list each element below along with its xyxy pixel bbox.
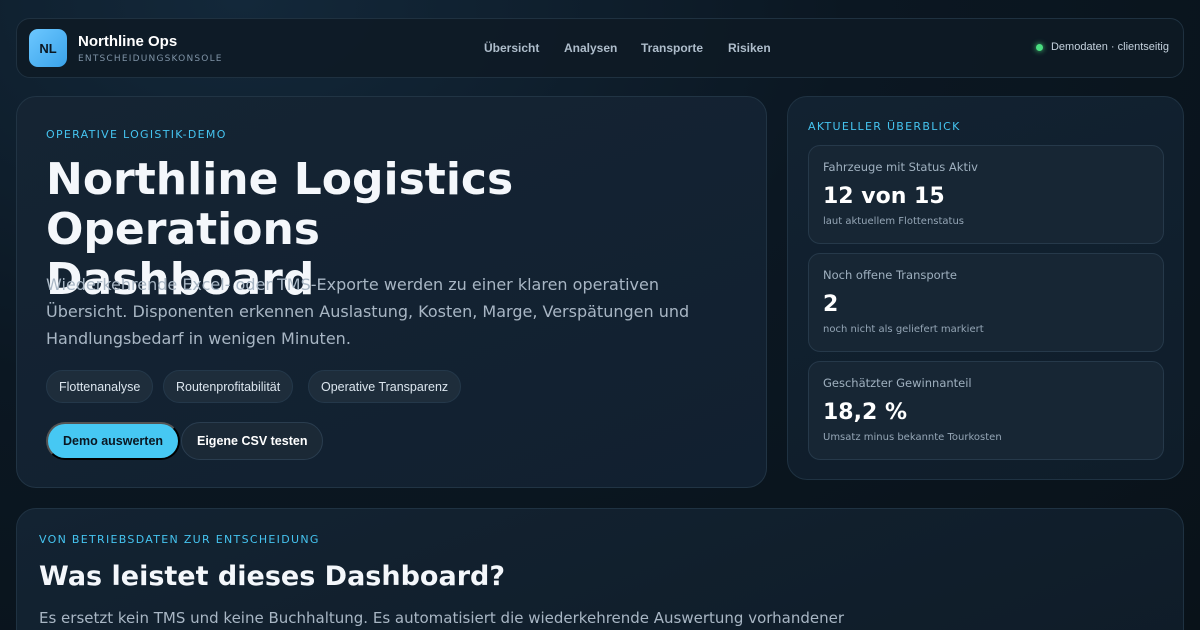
section-eyebrow: VON BETRIEBSDATEN ZUR ENTSCHEIDUNG — [39, 533, 320, 546]
stat-card-active-vehicles: Fahrzeuge mit Status Aktiv 12 von 15 lau… — [808, 145, 1164, 244]
nav-link-uebersicht[interactable]: Übersicht — [484, 41, 539, 55]
status-dot-icon — [1035, 43, 1043, 51]
tag-flottenanalyse: Flottenanalyse — [46, 370, 154, 403]
stat-value: 12 von 15 — [823, 184, 945, 209]
nav-link-transporte[interactable]: Transporte — [641, 41, 703, 55]
stat-card-profit-share: Geschätzter Gewinnanteil 18,2 % Umsatz m… — [808, 361, 1164, 460]
brand-name[interactable]: Northline Ops — [78, 33, 177, 50]
logo-icon[interactable]: NL — [29, 29, 67, 67]
brand-subtitle: ENTSCHEIDUNGSKONSOLE — [78, 54, 223, 64]
stat-value: 2 — [823, 292, 839, 317]
stat-note: laut aktuellem Flottenstatus — [823, 216, 965, 227]
tag-routenprofitabilitaet: Routenprofitabilität — [163, 370, 294, 403]
data-status: Demodaten · clientseitig — [1035, 41, 1169, 53]
stat-note: Umsatz minus bekannte Tourkosten — [823, 432, 1002, 443]
overview-eyebrow: AKTUELLER ÜBERBLICK — [808, 120, 961, 133]
stat-card-open-transports: Noch offene Transporte 2 noch nicht als … — [808, 253, 1164, 352]
title-line-1: Northline Logistics Operations — [46, 154, 514, 255]
nav-link-analysen[interactable]: Analysen — [564, 41, 617, 55]
top-nav-bar: NL Northline Ops ENTSCHEIDUNGSKONSOLE Üb… — [16, 18, 1184, 78]
tag-operative-transparenz: Operative Transparenz — [308, 370, 462, 403]
stat-label: Noch offene Transporte — [823, 268, 957, 282]
nav-link-risiken[interactable]: Risiken — [728, 41, 771, 55]
overview-card: AKTUELLER ÜBERBLICK Fahrzeuge mit Status… — [787, 96, 1184, 480]
status-text: Demodaten · clientseitig — [1050, 41, 1169, 53]
stat-note: noch nicht als geliefert markiert — [823, 324, 984, 335]
features-section: VON BETRIEBSDATEN ZUR ENTSCHEIDUNG Was l… — [16, 508, 1184, 630]
section-title: Was leistet dieses Dashboard? — [39, 561, 506, 592]
stat-label: Fahrzeuge mit Status Aktiv — [823, 160, 978, 174]
demo-evaluate-button[interactable]: Demo auswerten — [46, 422, 181, 460]
test-csv-button[interactable]: Eigene CSV testen — [181, 422, 324, 460]
section-description: Es ersetzt kein TMS und keine Buchhaltun… — [39, 609, 845, 627]
hero-eyebrow: OPERATIVE LOGISTIK-DEMO — [46, 128, 227, 141]
stat-value: 18,2 % — [823, 400, 907, 425]
hero-description: Wiederkehrende Excel- oder TMS-Exporte w… — [46, 275, 690, 348]
hero-card: OPERATIVE LOGISTIK-DEMO Northline Logist… — [16, 96, 767, 488]
stat-label: Geschätzter Gewinnanteil — [823, 376, 972, 390]
